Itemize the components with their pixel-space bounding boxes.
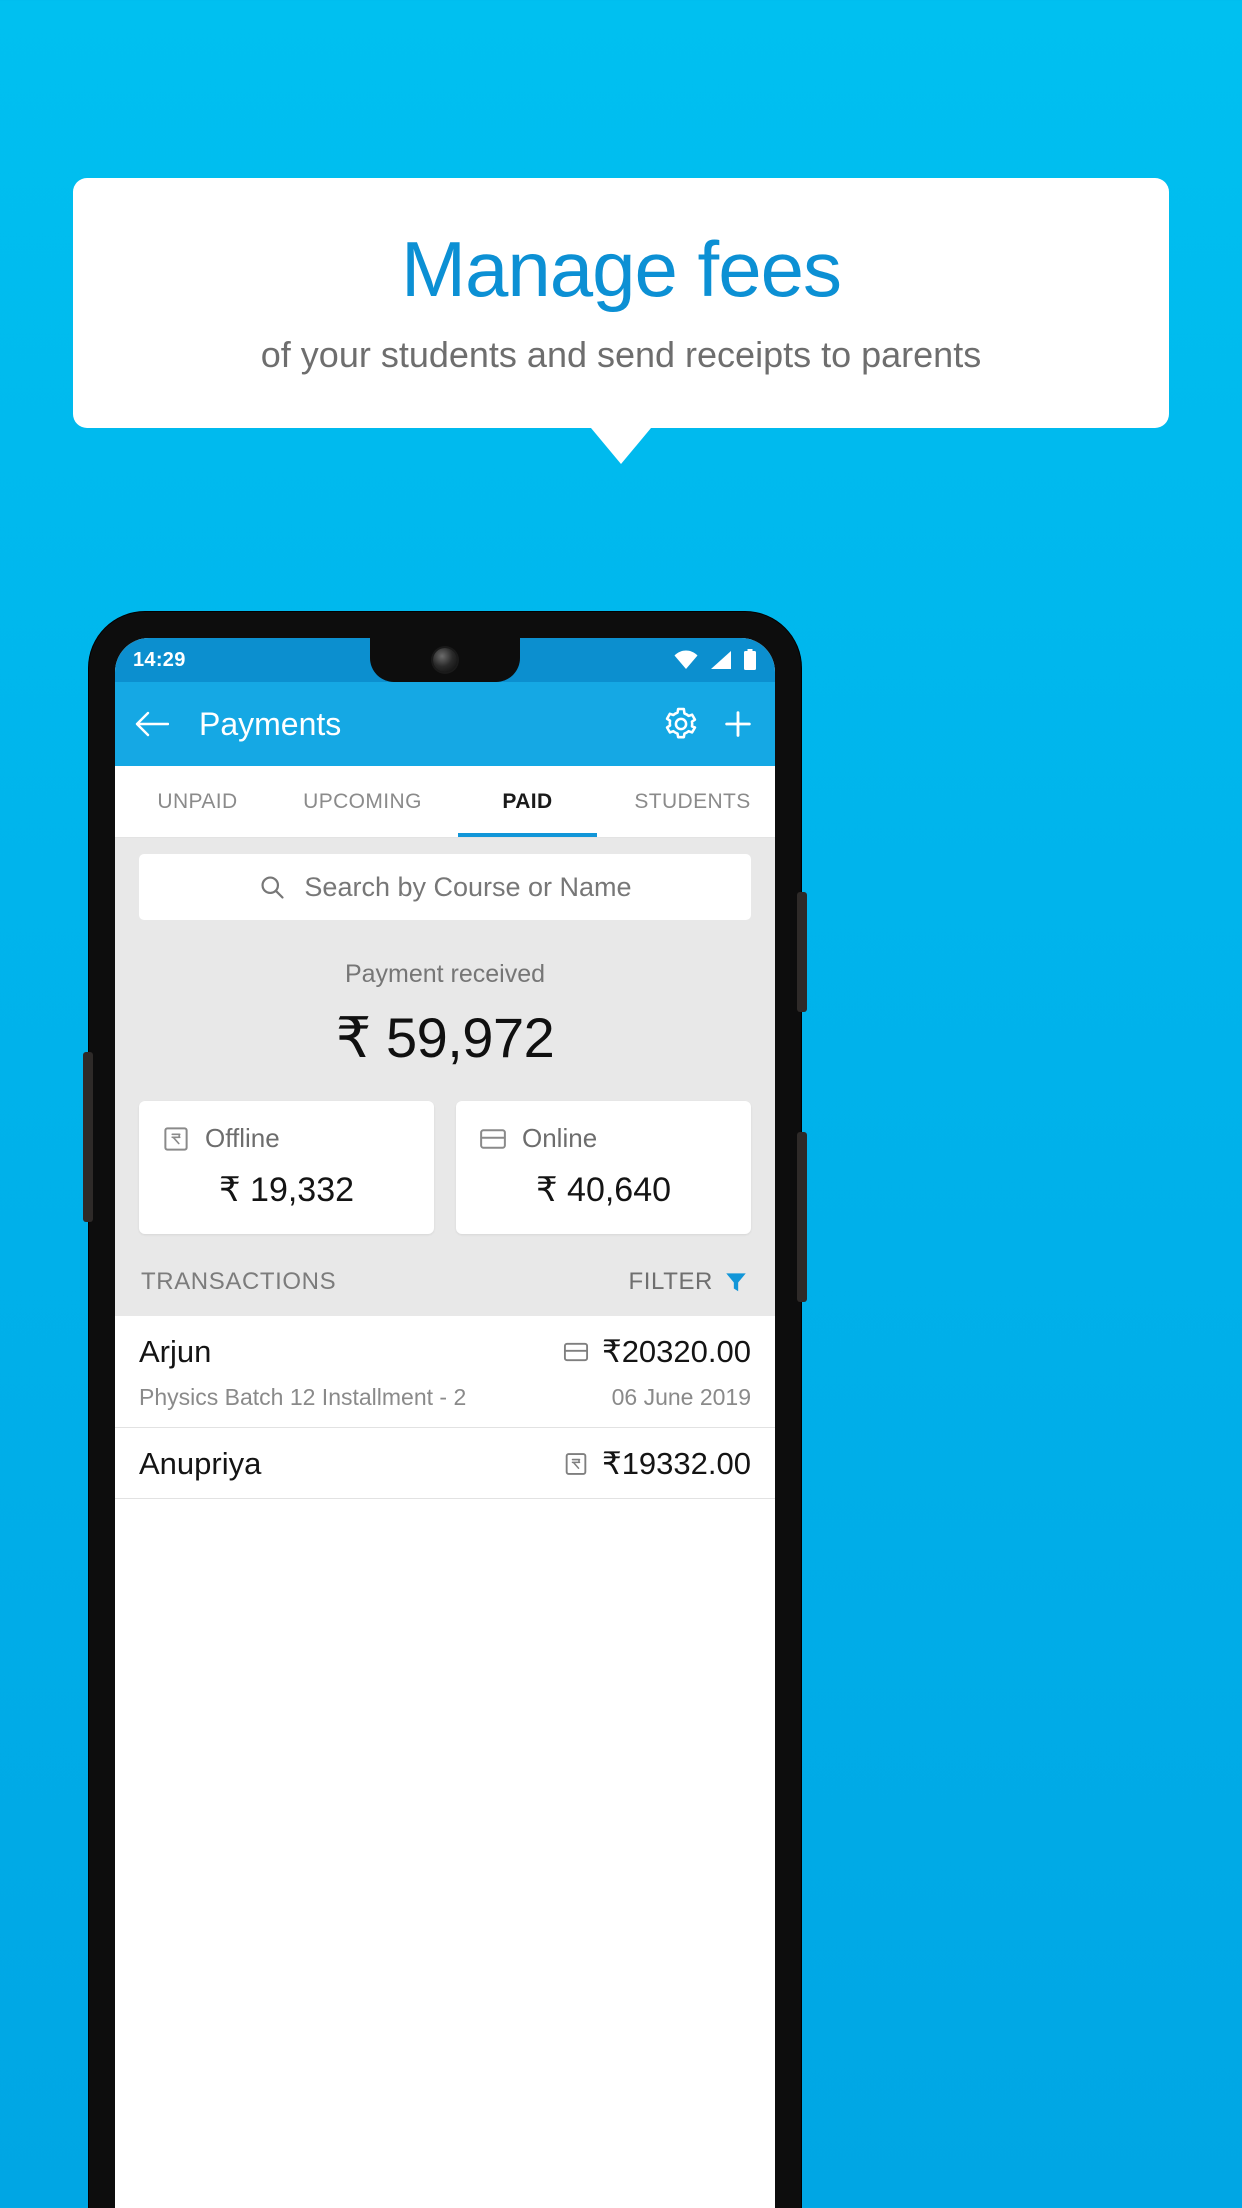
- transaction-amount: ₹19332.00: [601, 1446, 751, 1481]
- phone-screen: 14:29 Payments UNPAID UPCOMING PAID STUD…: [115, 638, 775, 2208]
- filter-button[interactable]: FILTER: [629, 1268, 750, 1296]
- summary-amount: ₹ 59,972: [335, 1006, 555, 1069]
- signal-icon: [709, 650, 733, 670]
- phone-volume-up-button[interactable]: [797, 1132, 807, 1302]
- transactions-list: Arjun ₹20320.00 Physics Batch 12 Install…: [115, 1316, 775, 1499]
- transaction-name: Anupriya: [139, 1446, 262, 1481]
- offline-card-header: Offline: [161, 1123, 412, 1154]
- credit-card-icon: [562, 1338, 590, 1366]
- promo-card-tail: [591, 428, 651, 464]
- battery-icon: [743, 649, 757, 671]
- credit-card-icon: [478, 1124, 508, 1154]
- search-input[interactable]: Search by Course or Name: [139, 854, 751, 920]
- transaction-description: Physics Batch 12 Installment - 2: [139, 1384, 467, 1410]
- online-card-header: Online: [478, 1123, 729, 1154]
- cash-note-icon: [161, 1124, 191, 1154]
- promo-card: Manage fees of your students and send re…: [73, 178, 1169, 428]
- search-placeholder: Search by Course or Name: [304, 871, 632, 902]
- plus-icon[interactable]: [721, 707, 755, 741]
- transaction-primary-line: Anupriya ₹19332.00: [139, 1446, 751, 1482]
- status-bar-time: 14:29: [133, 648, 186, 671]
- search-icon: [258, 873, 286, 901]
- search-container: Search by Course or Name: [115, 838, 775, 938]
- online-card-label: Online: [522, 1123, 598, 1153]
- transaction-amount-group: ₹20320.00: [562, 1334, 751, 1370]
- transaction-name: Arjun: [139, 1334, 212, 1369]
- transactions-label: TRANSACTIONS: [141, 1268, 337, 1295]
- offline-card-amount: ₹ 19,332: [218, 1171, 355, 1209]
- gear-icon[interactable]: [663, 706, 699, 742]
- table-row[interactable]: Anupriya ₹19332.00: [115, 1428, 775, 1499]
- tab-content-paid: Search by Course or Name Payment receive…: [115, 838, 775, 1499]
- offline-card-label: Offline: [205, 1123, 280, 1153]
- back-arrow-icon[interactable]: [135, 711, 169, 737]
- transaction-primary-line: Arjun ₹20320.00: [139, 1334, 751, 1370]
- wifi-icon: [673, 650, 699, 670]
- funnel-icon: [723, 1269, 749, 1295]
- front-camera-icon: [433, 648, 457, 672]
- phone-volume-down-button[interactable]: [83, 1052, 93, 1222]
- online-card-amount: ₹ 40,640: [535, 1171, 672, 1209]
- filter-label: FILTER: [628, 1268, 713, 1295]
- tab-unpaid[interactable]: UNPAID: [115, 766, 280, 837]
- payment-mode-cards: Offline ₹ 19,332 Online ₹ 40,640: [115, 1075, 775, 1252]
- page-title: Payments: [199, 705, 342, 742]
- phone-power-button[interactable]: [797, 892, 807, 1012]
- transaction-amount-group: ₹19332.00: [562, 1446, 751, 1482]
- transactions-header: TRANSACTIONS FILTER: [115, 1252, 775, 1316]
- offline-payment-card[interactable]: Offline ₹ 19,332: [139, 1101, 434, 1234]
- summary-label: Payment received: [344, 960, 546, 988]
- tab-students[interactable]: STUDENTS: [610, 766, 775, 837]
- status-bar-icons: [673, 649, 757, 671]
- tab-bar: UNPAID UPCOMING PAID STUDENTS: [115, 766, 775, 838]
- promo-title: Manage fees: [401, 225, 842, 313]
- transaction-date: 06 June 2019: [611, 1384, 751, 1410]
- transaction-secondary-line: Physics Batch 12 Installment - 2 06 June…: [139, 1370, 751, 1411]
- cash-note-icon: [562, 1450, 590, 1478]
- app-bar: Payments: [115, 682, 775, 766]
- table-row[interactable]: Arjun ₹20320.00 Physics Batch 12 Install…: [115, 1316, 775, 1428]
- transaction-amount: ₹20320.00: [601, 1334, 751, 1369]
- payment-summary: Payment received ₹ 59,972: [115, 938, 775, 1075]
- online-payment-card[interactable]: Online ₹ 40,640: [456, 1101, 751, 1234]
- tab-paid[interactable]: PAID: [445, 766, 610, 837]
- phone-notch: [370, 638, 520, 682]
- promo-subtitle: of your students and send receipts to pa…: [260, 334, 982, 375]
- phone-mockup: 14:29 Payments UNPAID UPCOMING PAID STUD…: [83, 612, 807, 2208]
- tab-upcoming[interactable]: UPCOMING: [280, 766, 445, 837]
